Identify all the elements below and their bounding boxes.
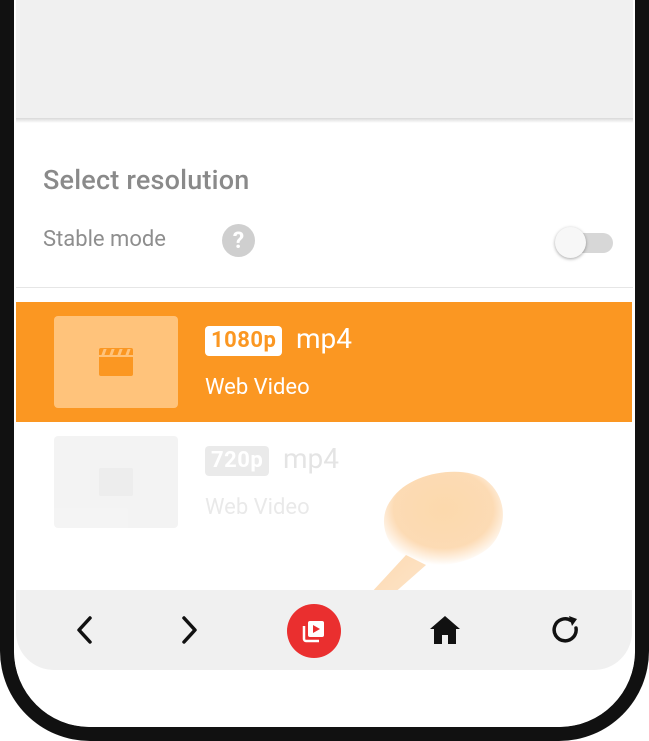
resolution-badge: 1080p: [205, 326, 283, 356]
chevron-left-icon: [77, 616, 92, 644]
back-button[interactable]: [61, 606, 109, 654]
video-library-icon: [302, 621, 324, 643]
home-icon: [430, 616, 460, 644]
sheet-shadow: [16, 118, 633, 123]
forward-button[interactable]: [165, 606, 213, 654]
screen: Select resolution Stable mode ? 1080p mp…: [16, 0, 633, 725]
video-download-button[interactable]: [287, 604, 341, 658]
source-label: Web Video: [205, 375, 310, 400]
stable-mode-row: Stable mode ?: [43, 222, 623, 262]
format-label: mp4: [283, 442, 340, 475]
refresh-icon: [552, 616, 578, 643]
webpage-area: [16, 0, 633, 120]
video-thumbnail: [54, 436, 178, 528]
stable-mode-label: Stable mode: [43, 227, 166, 252]
resolution-option-1080p[interactable]: 1080p mp4 Web Video: [16, 302, 632, 422]
resolution-option-720p[interactable]: 720p mp4 Web Video: [16, 422, 632, 542]
divider: [16, 287, 633, 288]
video-thumbnail: [54, 316, 178, 408]
stable-mode-toggle[interactable]: [555, 226, 615, 258]
help-icon[interactable]: ?: [222, 224, 255, 257]
resolution-badge: 720p: [205, 446, 270, 476]
chevron-right-icon: [182, 616, 197, 644]
clapperboard-icon: [99, 468, 133, 496]
home-button[interactable]: [421, 606, 469, 654]
toggle-knob: [555, 227, 586, 258]
source-label: Web Video: [205, 495, 310, 520]
refresh-button[interactable]: [542, 606, 590, 654]
clapperboard-icon: [99, 348, 133, 376]
phone-frame: Select resolution Stable mode ? 1080p mp…: [0, 0, 649, 741]
sheet-title: Select resolution: [43, 164, 250, 196]
bottom-navbar: [16, 590, 632, 670]
format-label: mp4: [296, 322, 353, 355]
